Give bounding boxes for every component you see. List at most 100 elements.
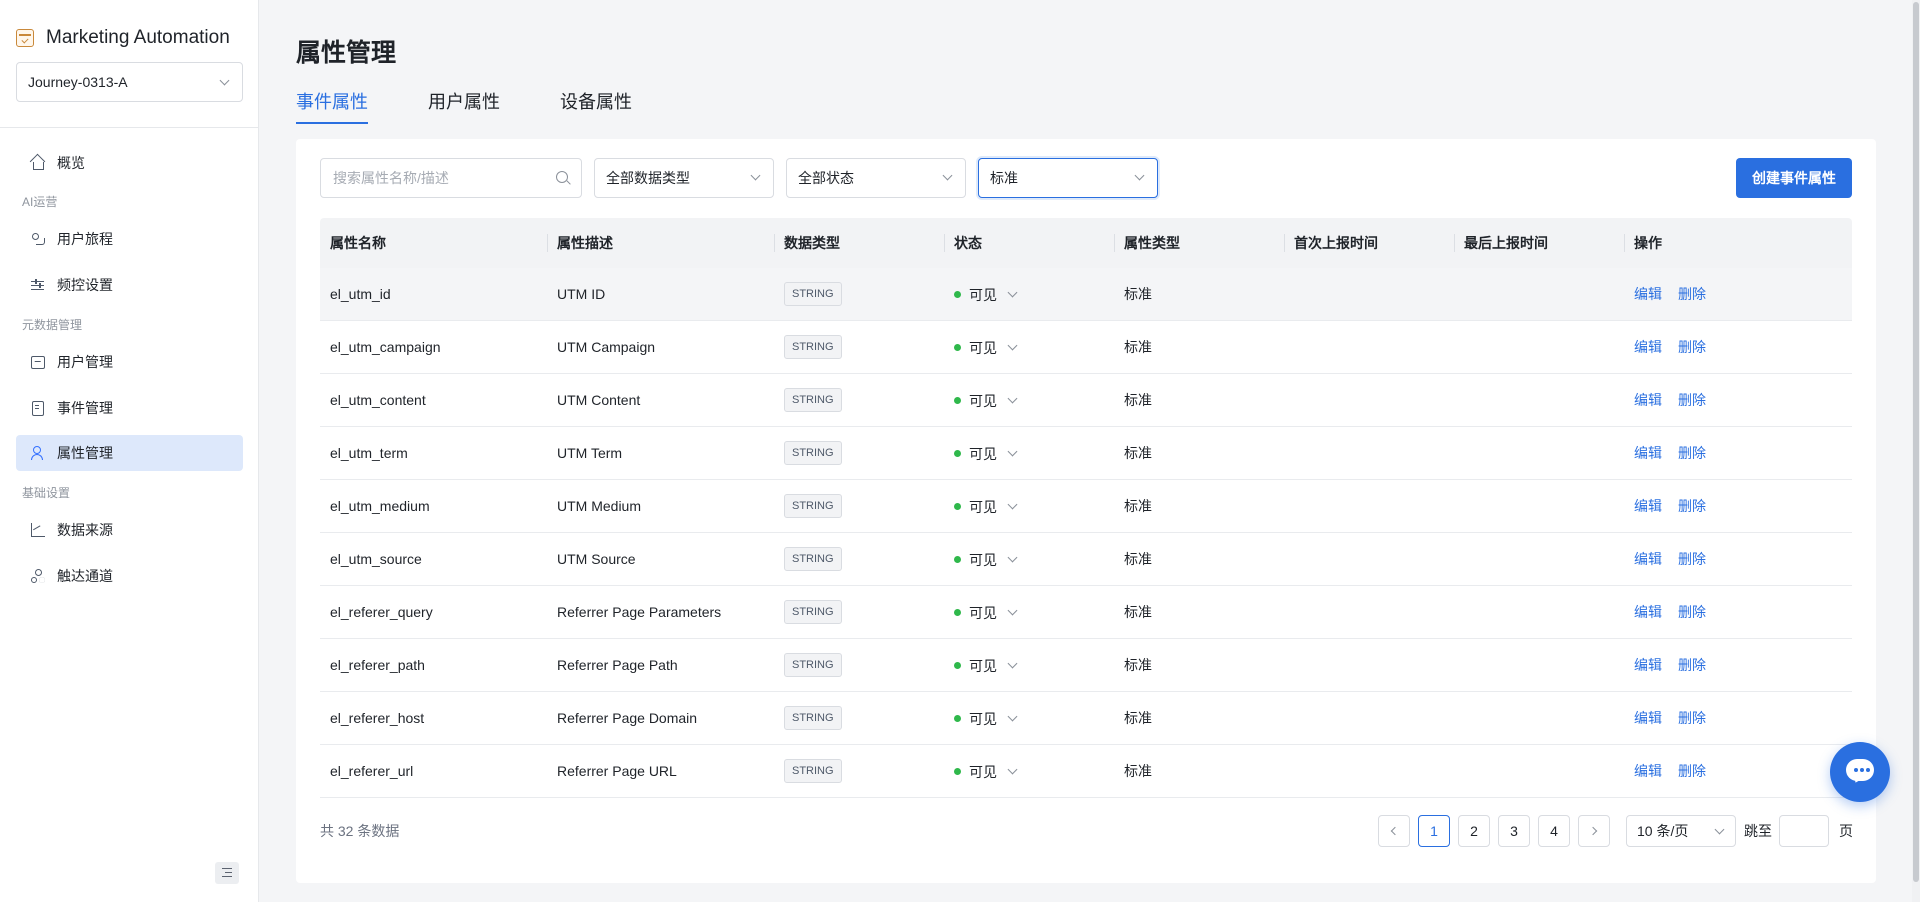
table-body: el_utm_id UTM ID STRING 可见 标准 编辑 删除 el_utm_camp…: [320, 268, 1852, 798]
edit-link[interactable]: 编辑: [1634, 321, 1662, 374]
status-filter[interactable]: 全部状态: [786, 158, 966, 198]
tab-user-attributes[interactable]: 用户属性: [428, 88, 500, 122]
page-scrollbar[interactable]: [1912, 0, 1920, 902]
status-dropdown[interactable]: 可见: [954, 321, 1018, 374]
table-row[interactable]: el_referer_path Referrer Page Path STRING 可…: [320, 639, 1852, 692]
chevron-down-icon: [1007, 605, 1018, 616]
status-dropdown[interactable]: 可见: [954, 586, 1018, 639]
status-dropdown[interactable]: 可见: [954, 639, 1018, 692]
sidebar-item-data-source[interactable]: 数据来源: [16, 512, 243, 548]
page-button-2[interactable]: 2: [1458, 815, 1490, 847]
sliders-icon: [31, 278, 45, 292]
chat-button[interactable]: [1830, 742, 1890, 802]
data-type-filter[interactable]: 全部数据类型: [594, 158, 774, 198]
table-row[interactable]: el_utm_medium UTM Medium STRING 可见 标准 编辑 删除: [320, 480, 1852, 533]
data-type-tag: STRING: [784, 282, 842, 306]
table-row[interactable]: el_referer_query Referrer Page Parameters…: [320, 586, 1852, 639]
sidebar-item-label: 属性管理: [57, 445, 113, 461]
table-row[interactable]: el_utm_source UTM Source STRING 可见 标准 编辑 删除: [320, 533, 1852, 586]
user-icon: [31, 446, 45, 460]
page-button-4[interactable]: 4: [1538, 815, 1570, 847]
column-separator: [774, 234, 775, 252]
sidebar-item-label: 数据来源: [57, 522, 113, 538]
status-dropdown[interactable]: 可见: [954, 745, 1018, 798]
table-row[interactable]: el_referer_url Referrer Page URL STRING 可见 标…: [320, 745, 1852, 798]
edit-link[interactable]: 编辑: [1634, 374, 1662, 427]
status-dropdown[interactable]: 可见: [954, 268, 1018, 321]
scrollbar-thumb[interactable]: [1913, 2, 1919, 882]
table-row[interactable]: el_utm_term UTM Term STRING 可见 标准 编辑 删除: [320, 427, 1852, 480]
cell-name: el_utm_campaign: [330, 339, 441, 355]
page-button-1[interactable]: 1: [1418, 815, 1450, 847]
cell-attribute-type: 标准: [1124, 657, 1152, 673]
sidebar-item-users[interactable]: 用户管理: [16, 344, 243, 380]
create-event-attribute-button[interactable]: 创建事件属性: [1736, 158, 1852, 198]
column-header-first-reported: 首次上报时间: [1294, 235, 1378, 251]
status-dropdown[interactable]: 可见: [954, 374, 1018, 427]
edit-link[interactable]: 编辑: [1634, 692, 1662, 745]
sidebar-item-events[interactable]: 事件管理: [16, 390, 243, 426]
table-row[interactable]: el_utm_id UTM ID STRING 可见 标准 编辑 删除: [320, 268, 1852, 321]
sidebar-item-attributes[interactable]: 属性管理: [16, 435, 243, 471]
sidebar-item-frequency[interactable]: 频控设置: [16, 267, 243, 303]
sidebar-item-label: 概览: [57, 155, 85, 171]
delete-link[interactable]: 删除: [1678, 268, 1706, 321]
prev-page-button[interactable]: [1378, 815, 1410, 847]
delete-link[interactable]: 删除: [1678, 745, 1706, 798]
sidebar-item-overview[interactable]: 概览: [16, 145, 243, 181]
edit-link[interactable]: 编辑: [1634, 533, 1662, 586]
status-dropdown[interactable]: 可见: [954, 480, 1018, 533]
search-icon[interactable]: [556, 171, 568, 183]
table-row[interactable]: el_referer_host Referrer Page Domain STRIN…: [320, 692, 1852, 745]
delete-link[interactable]: 删除: [1678, 586, 1706, 639]
delete-link[interactable]: 删除: [1678, 427, 1706, 480]
divider: [0, 127, 259, 128]
status-dot-icon: [954, 715, 961, 722]
edit-link[interactable]: 编辑: [1634, 745, 1662, 798]
tab-event-attributes[interactable]: 事件属性: [296, 88, 368, 124]
chevron-down-icon: [1007, 287, 1018, 298]
chevron-right-icon: [1588, 826, 1598, 836]
cell-attribute-type: 标准: [1124, 710, 1152, 726]
edit-link[interactable]: 编辑: [1634, 427, 1662, 480]
sidebar-item-label: 触达通道: [57, 568, 113, 584]
cell-description: Referrer Page Domain: [557, 710, 698, 726]
delete-link[interactable]: 删除: [1678, 321, 1706, 374]
sidebar-item-journey[interactable]: 用户旅程: [16, 221, 243, 257]
delete-link[interactable]: 删除: [1678, 533, 1706, 586]
delete-link[interactable]: 删除: [1678, 480, 1706, 533]
status-label: 可见: [969, 657, 997, 674]
page-button-3[interactable]: 3: [1498, 815, 1530, 847]
jump-page-input[interactable]: [1779, 815, 1829, 847]
collapse-sidebar-button[interactable]: [215, 862, 239, 884]
table-row[interactable]: el_utm_content UTM Content STRING 可见 标准 编辑 删除: [320, 374, 1852, 427]
attribute-type-filter[interactable]: 标准: [978, 158, 1158, 198]
column-header-description: 属性描述: [557, 235, 613, 251]
edit-link[interactable]: 编辑: [1634, 586, 1662, 639]
next-page-button[interactable]: [1578, 815, 1610, 847]
sidebar-item-reach[interactable]: 触达通道: [16, 558, 243, 594]
status-dropdown[interactable]: 可见: [954, 427, 1018, 480]
cell-name: el_utm_content: [330, 392, 426, 408]
cell-attribute-type: 标准: [1124, 604, 1152, 620]
tab-device-attributes[interactable]: 设备属性: [560, 88, 632, 122]
edit-link[interactable]: 编辑: [1634, 268, 1662, 321]
cell-attribute-type: 标准: [1124, 551, 1152, 567]
journey-select-value: Journey-0313-A: [28, 74, 128, 90]
cell-name: el_utm_source: [330, 551, 422, 567]
status-dot-icon: [954, 344, 961, 351]
edit-link[interactable]: 编辑: [1634, 480, 1662, 533]
page-size-select[interactable]: 10 条/页: [1626, 815, 1736, 847]
cell-description: UTM Source: [557, 551, 636, 567]
journey-select[interactable]: Journey-0313-A: [16, 62, 243, 102]
delete-link[interactable]: 删除: [1678, 374, 1706, 427]
table-row[interactable]: el_utm_campaign UTM Campaign STRING 可见 标准 编辑删…: [320, 321, 1852, 374]
search-input[interactable]: [320, 158, 582, 198]
status-dropdown[interactable]: 可见: [954, 692, 1018, 745]
delete-link[interactable]: 删除: [1678, 639, 1706, 692]
column-header-data-type: 数据类型: [784, 235, 840, 251]
status-dropdown[interactable]: 可见: [954, 533, 1018, 586]
edit-link[interactable]: 编辑: [1634, 639, 1662, 692]
chevron-down-icon: [942, 170, 953, 181]
delete-link[interactable]: 删除: [1678, 692, 1706, 745]
